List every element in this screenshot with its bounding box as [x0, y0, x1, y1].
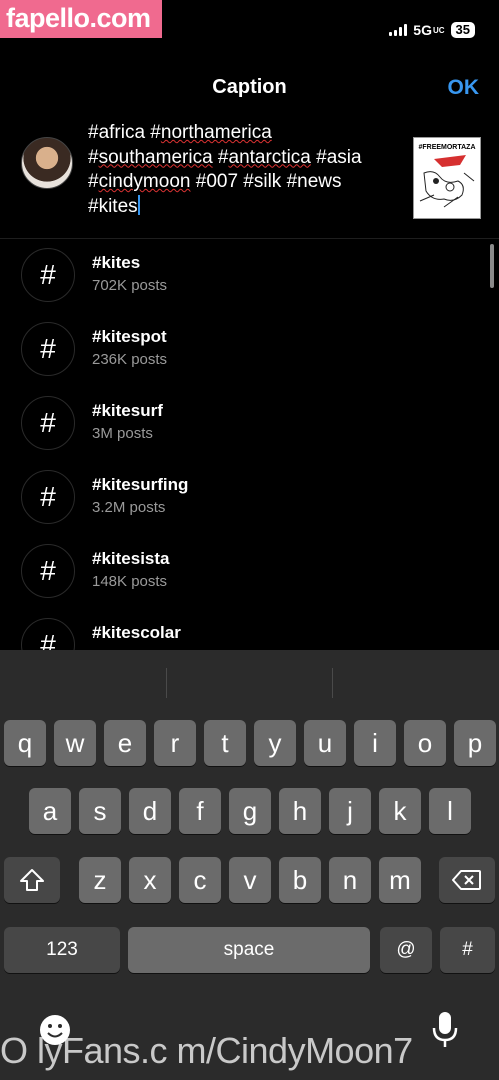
- suggestion-item[interactable]: # #kitesurfing 3.2M posts: [0, 462, 480, 536]
- suggestion-item[interactable]: # #kites 702K posts: [0, 240, 480, 314]
- numbers-key[interactable]: 123: [4, 927, 120, 973]
- hashtag-icon: #: [21, 544, 75, 598]
- predictive-divider: [166, 668, 167, 698]
- suggestion-count: 702K posts: [92, 277, 168, 294]
- suggestion-count: 3.2M posts: [92, 499, 166, 516]
- caption-line-3: #cindymoon #007 #silk #news: [88, 171, 342, 192]
- hashtag-icon: #: [21, 470, 75, 524]
- caption-input[interactable]: #africa #northamerica #southamerica #anta…: [88, 121, 403, 219]
- suggestion-tag: #kites: [92, 253, 141, 272]
- avatar: [21, 137, 73, 189]
- key-a[interactable]: a: [29, 788, 71, 834]
- predictive-divider: [332, 668, 333, 698]
- key-y[interactable]: y: [254, 720, 296, 766]
- at-key[interactable]: @: [380, 927, 432, 973]
- key-l[interactable]: l: [429, 788, 471, 834]
- key-m[interactable]: m: [379, 857, 421, 903]
- suggestion-item[interactable]: # #kitesurf 3M posts: [0, 388, 480, 462]
- watermark-logo: fapello.com: [0, 0, 162, 38]
- key-f[interactable]: f: [179, 788, 221, 834]
- suggestion-item[interactable]: # #kitespot 236K posts: [0, 314, 480, 388]
- key-i[interactable]: i: [354, 720, 396, 766]
- key-t[interactable]: t: [204, 720, 246, 766]
- key-w[interactable]: w: [54, 720, 96, 766]
- predictive-bar[interactable]: [0, 650, 499, 698]
- key-g[interactable]: g: [229, 788, 271, 834]
- delete-key[interactable]: [439, 857, 495, 903]
- status-bar: 5G UC 35: [389, 22, 475, 38]
- shift-key[interactable]: [4, 857, 60, 903]
- key-x[interactable]: x: [129, 857, 171, 903]
- network-label: 5G: [413, 22, 432, 38]
- thumbnail-title: #FREEMORTAZA: [418, 144, 476, 151]
- hash-key[interactable]: #: [440, 927, 495, 973]
- suggestion-count: 148K posts: [92, 573, 168, 590]
- hashtag-icon: #: [21, 248, 75, 302]
- suggestion-tag: #kitesurfing: [92, 475, 189, 494]
- signal-icon: [389, 24, 408, 36]
- caption-line-1: #africa #northamerica: [88, 122, 272, 143]
- microphone-icon[interactable]: [430, 1010, 460, 1047]
- delete-icon: [452, 870, 481, 890]
- network-suffix: UC: [432, 25, 445, 35]
- suggestion-item[interactable]: # #kitesista 148K posts: [0, 536, 480, 610]
- caption-line-2: #southamerica #antarctica #asia: [88, 146, 362, 168]
- caption-line-4: #kites: [88, 194, 140, 217]
- space-key[interactable]: space: [128, 927, 370, 973]
- hashtag-icon: #: [21, 322, 75, 376]
- suggestion-tag: #kitescolar: [92, 623, 181, 642]
- text-cursor: [137, 194, 140, 215]
- key-p[interactable]: p: [454, 720, 496, 766]
- key-q[interactable]: q: [4, 720, 46, 766]
- key-d[interactable]: d: [129, 788, 171, 834]
- key-k[interactable]: k: [379, 788, 421, 834]
- key-n[interactable]: n: [329, 857, 371, 903]
- shift-icon: [20, 869, 44, 891]
- suggestion-count: 236K posts: [92, 351, 168, 368]
- suggestion-tag: #kitespot: [92, 327, 167, 346]
- key-s[interactable]: s: [79, 788, 121, 834]
- key-c[interactable]: c: [179, 857, 221, 903]
- key-b[interactable]: b: [279, 857, 321, 903]
- suggestion-count: 3M posts: [92, 425, 153, 442]
- suggestion-tag: #kitesista: [92, 549, 170, 568]
- watermark-bottom: O lyFans.c m/CindyMoon7: [0, 1030, 413, 1071]
- key-u[interactable]: u: [304, 720, 346, 766]
- key-j[interactable]: j: [329, 788, 371, 834]
- hashtag-icon: #: [21, 396, 75, 450]
- battery-icon: 35: [450, 22, 475, 38]
- key-v[interactable]: v: [229, 857, 271, 903]
- key-o[interactable]: o: [404, 720, 446, 766]
- page-title: Caption: [212, 76, 287, 98]
- thumbnail-illustration: [419, 155, 475, 208]
- key-z[interactable]: z: [79, 857, 121, 903]
- post-thumbnail: #FREEMORTAZA: [413, 137, 481, 219]
- ok-button[interactable]: OK: [448, 76, 480, 100]
- scrollbar[interactable]: [490, 244, 494, 288]
- suggestion-tag: #kitesurf: [92, 401, 163, 420]
- key-e[interactable]: e: [104, 720, 146, 766]
- key-r[interactable]: r: [154, 720, 196, 766]
- caption-divider: [0, 238, 499, 239]
- emoji-icon[interactable]: [38, 1013, 72, 1055]
- key-h[interactable]: h: [279, 788, 321, 834]
